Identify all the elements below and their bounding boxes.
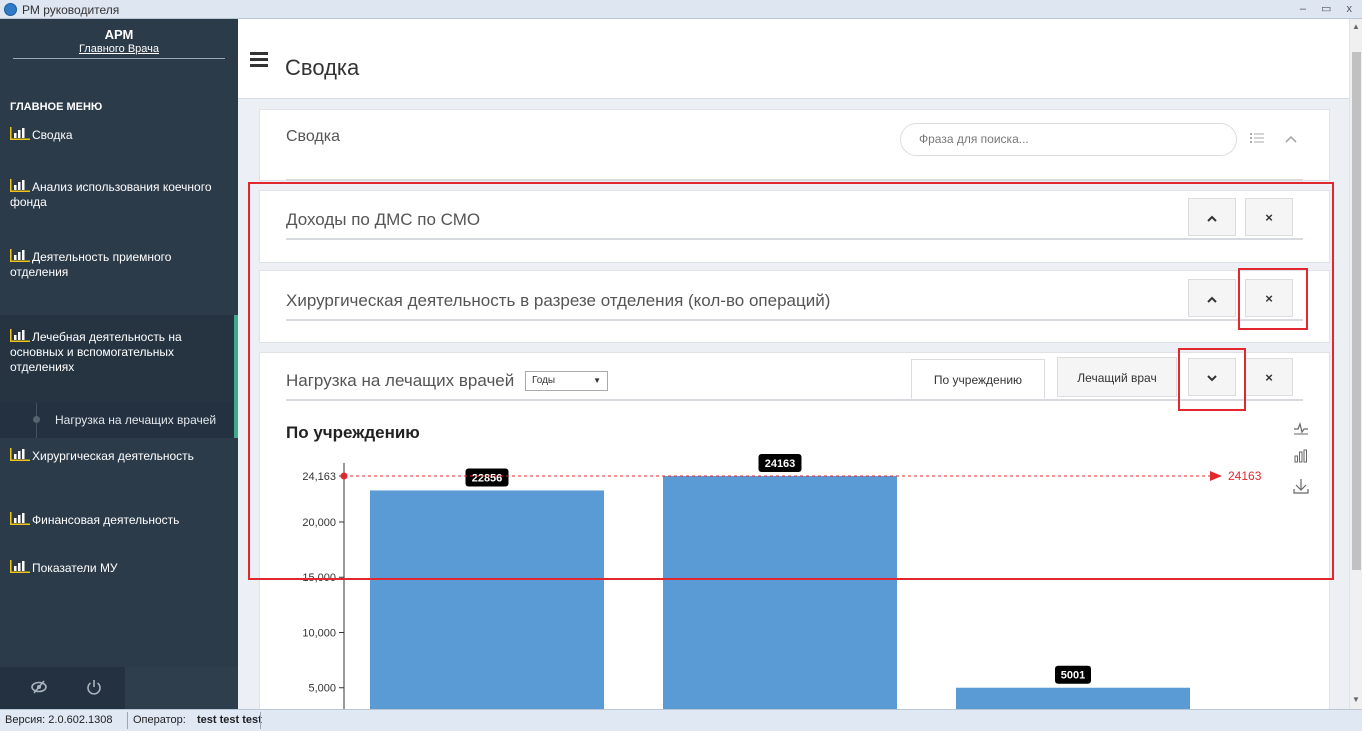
page-title: Сводка	[285, 55, 360, 80]
status-separator	[260, 712, 261, 729]
summary-box-title: Сводка	[286, 128, 341, 145]
bar-chart-icon	[10, 179, 30, 192]
bar-chart-icon	[10, 329, 30, 342]
bar-chart-icon	[10, 249, 30, 262]
operator-name: test test test	[197, 714, 262, 726]
status-separator	[127, 712, 128, 729]
eye-slash-icon[interactable]	[30, 679, 48, 700]
bar-chart-icon	[10, 512, 30, 525]
search-input[interactable]: Фраза для поиска...	[900, 123, 1237, 156]
scroll-down-icon[interactable]: ▼	[1352, 695, 1360, 704]
sidebar-item-label: Лечебная деятельность на основных и вспо…	[10, 330, 182, 374]
bar-chart-icon	[10, 448, 30, 461]
sidebar-item-label: Деятельность приемного отделения	[10, 250, 172, 279]
chart-bar[interactable]	[956, 687, 1190, 709]
sidebar-item-summary[interactable]: Сводка	[0, 119, 238, 171]
power-icon[interactable]	[86, 679, 102, 700]
sidebar-item-treatment[interactable]: Лечебная деятельность на основных и вспо…	[0, 315, 238, 403]
hamburger-menu-icon[interactable]	[250, 52, 268, 67]
sidebar: АРМ Главного Врача ГЛАВНОЕ МЕНЮ Сводка А…	[0, 19, 238, 709]
brand-title: АРМ	[104, 27, 134, 42]
operator-label: Оператор:	[133, 714, 186, 726]
highlight-frame	[248, 182, 1334, 580]
window-titlebar: РМ руководителя – ▭ x	[0, 0, 1362, 19]
brand-subtitle-link[interactable]: Главного Врача	[0, 43, 238, 55]
status-bar: Версия: 2.0.602.1308 Оператор: test test…	[0, 709, 1362, 731]
bar-value-label: 5001	[1055, 665, 1091, 684]
sidebar-subitem-doctor-load[interactable]: Нагрузка на лечащих врачей	[0, 403, 238, 438]
list-icon[interactable]	[1250, 132, 1264, 147]
sidebar-item-admission[interactable]: Деятельность приемного отделения	[0, 243, 238, 315]
scrollbar-thumb[interactable]	[1352, 52, 1361, 570]
y-tick-label: 10,000	[302, 627, 336, 639]
sidebar-brand: АРМ Главного Врача	[0, 19, 238, 79]
highlight-expand-button	[1178, 348, 1246, 411]
version-text: Версия: 2.0.602.1308	[5, 714, 113, 726]
sidebar-item-surgery[interactable]: Хирургическая деятельность	[0, 438, 238, 506]
scroll-up-icon[interactable]: ▲	[1352, 22, 1360, 31]
window-controls[interactable]: – ▭ x	[1300, 2, 1358, 15]
summary-box: Сводка Фраза для поиска...	[259, 109, 1330, 181]
sidebar-item-indicators[interactable]: Показатели МУ	[0, 558, 238, 598]
y-tick-label: 5,000	[308, 683, 336, 695]
subitem-dot-icon	[33, 416, 40, 423]
menu-header: ГЛАВНОЕ МЕНЮ	[10, 101, 103, 113]
window-title: РМ руководителя	[22, 3, 120, 17]
highlight-close-button	[1238, 268, 1308, 330]
app-icon	[4, 3, 17, 16]
summary-divider	[286, 179, 1303, 181]
top-header: Сводка	[238, 19, 1349, 99]
sidebar-footer	[0, 667, 238, 709]
sidebar-item-label: Сводка	[32, 128, 73, 142]
sidebar-subitem-label: Нагрузка на лечащих врачей	[55, 413, 217, 427]
bar-chart-icon	[10, 127, 30, 140]
sidebar-item-finance[interactable]: Финансовая деятельность	[0, 506, 238, 558]
sidebar-item-label: Показатели МУ	[32, 561, 118, 575]
brand-divider	[13, 58, 225, 59]
sidebar-item-bed-fund[interactable]: Анализ использования коечного фонда	[0, 171, 238, 243]
sidebar-item-label: Финансовая деятельность	[32, 513, 180, 527]
collapse-chevron-up-icon[interactable]	[1285, 132, 1297, 146]
sidebar-footer-panel	[125, 667, 238, 709]
bar-chart-icon	[10, 560, 30, 573]
sidebar-item-label: Анализ использования коечного фонда	[10, 180, 212, 209]
vertical-scrollbar[interactable]: ▲ ▼	[1349, 19, 1362, 709]
svg-text:5001: 5001	[1061, 670, 1085, 682]
sidebar-item-label: Хирургическая деятельность	[32, 449, 194, 463]
